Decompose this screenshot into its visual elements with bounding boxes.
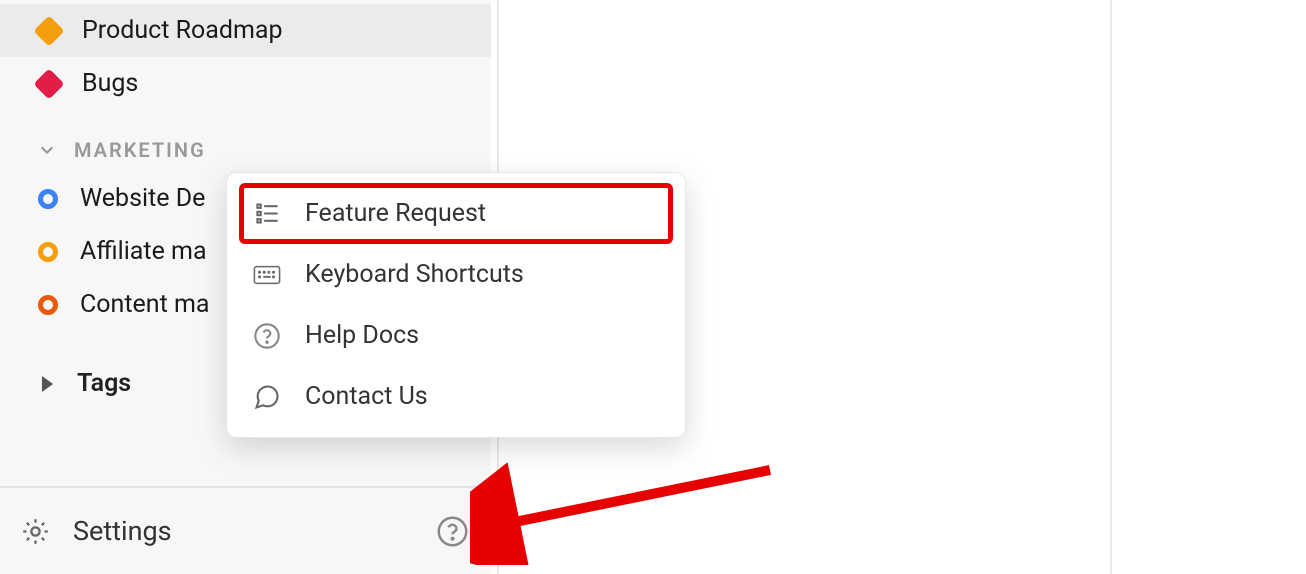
section-label: MARKETING — [74, 138, 206, 162]
section-header-marketing[interactable]: MARKETING — [0, 110, 491, 172]
chat-icon — [253, 383, 281, 411]
circle-icon — [38, 295, 58, 315]
tags-label: Tags — [77, 369, 131, 398]
sidebar-item-label: Affiliate ma — [80, 237, 207, 266]
popup-item-keyboard-shortcuts[interactable]: Keyboard Shortcuts — [239, 244, 673, 305]
keyboard-icon — [253, 261, 281, 289]
circle-icon — [38, 189, 58, 209]
sidebar-item-product-roadmap[interactable]: Product Roadmap — [0, 4, 491, 57]
sidebar-item-label: Website De — [80, 184, 205, 213]
chevron-down-icon — [40, 143, 54, 157]
sidebar-item-label: Content ma — [80, 290, 209, 319]
settings-button[interactable]: Settings — [20, 515, 433, 547]
list-icon — [253, 200, 281, 228]
popup-item-help-docs[interactable]: Help Docs — [239, 305, 673, 366]
help-button[interactable] — [433, 512, 471, 550]
circle-icon — [38, 242, 58, 262]
popup-item-contact-us[interactable]: Contact Us — [239, 366, 673, 427]
help-popup-menu: Feature Request Keyboard Shortcuts — [226, 172, 686, 438]
diamond-icon — [33, 68, 64, 99]
diamond-icon — [33, 15, 64, 46]
caret-right-icon — [42, 376, 53, 392]
popup-item-label: Keyboard Shortcuts — [305, 260, 524, 289]
help-circle-icon — [253, 322, 281, 350]
popup-item-label: Contact Us — [305, 382, 428, 411]
gear-icon — [20, 516, 51, 547]
sidebar-item-bugs[interactable]: Bugs — [0, 57, 491, 110]
settings-label: Settings — [73, 515, 172, 547]
popup-item-label: Feature Request — [305, 199, 486, 228]
sidebar-item-label: Bugs — [82, 69, 138, 98]
sidebar-item-label: Product Roadmap — [82, 16, 283, 45]
help-circle-icon — [436, 515, 469, 548]
popup-item-label: Help Docs — [305, 321, 419, 350]
sidebar-footer: Settings — [0, 486, 491, 574]
popup-item-feature-request[interactable]: Feature Request — [239, 183, 673, 244]
